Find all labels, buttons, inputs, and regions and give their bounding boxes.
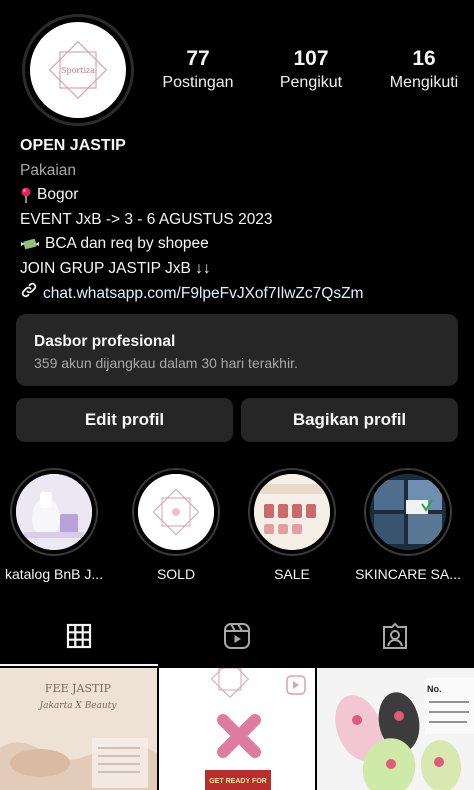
bio-link-line[interactable]: chat.whatsapp.com/F9lpeFvJXof7IlwZc7QsZm bbox=[20, 281, 460, 308]
stat-followers-count: 107 bbox=[293, 47, 329, 70]
post-thumbnail[interactable]: FEE JASTIP Jakarta X Beauty bbox=[0, 668, 157, 790]
bio-event: EVENT JxB -> 3 - 6 AGUSTUS 2023 bbox=[20, 210, 273, 228]
highlight-sold-label: SOLD bbox=[156, 566, 196, 582]
highlight-katalog-thumb bbox=[16, 474, 92, 550]
profile-avatar[interactable]: Sportiza bbox=[22, 14, 134, 126]
stat-following[interactable]: 16 Mengikuti bbox=[382, 46, 466, 94]
stat-followers-label: Pengikut bbox=[279, 74, 343, 91]
highlight-skincare-label: SKINCARE SA... bbox=[355, 566, 461, 582]
post-thumbnail[interactable]: GET READY FOR bbox=[158, 668, 316, 790]
tab-tagged[interactable] bbox=[316, 610, 474, 666]
highlight-skincare-thumb bbox=[370, 474, 446, 550]
post3-tag: No. bbox=[427, 684, 442, 694]
profile-stats: 77 Postingan 107 Pengikut 16 Mengikuti bbox=[156, 46, 466, 94]
money-wings-icon bbox=[20, 236, 40, 252]
bio-join: JOIN GRUP JASTIP JxB ↓↓ bbox=[20, 259, 211, 277]
dashboard-title: Dasbor profesional bbox=[34, 333, 176, 350]
stat-posts-label: Postingan bbox=[162, 74, 234, 91]
profile-tabs bbox=[0, 610, 474, 666]
tab-posts[interactable] bbox=[0, 610, 158, 666]
stat-following-count: 16 bbox=[412, 47, 436, 70]
bio-location: Bogor bbox=[37, 186, 79, 203]
highlight-sold[interactable]: SOLD bbox=[122, 468, 230, 582]
bio-location-line: Bogor bbox=[20, 183, 460, 208]
highlight-skincare[interactable]: SKINCARE SA... bbox=[354, 468, 462, 582]
share-profile-button[interactable]: Bagikan profil bbox=[241, 398, 458, 442]
highlight-katalog-label: katalog BnB J... bbox=[4, 566, 104, 582]
highlight-sold-thumb bbox=[138, 474, 214, 550]
profile-category[interactable]: Pakaian bbox=[20, 159, 460, 184]
highlight-sale-label: SALE bbox=[274, 566, 310, 582]
profile-bio: OPEN JASTIP Pakaian Bogor EVENT JxB -> 3… bbox=[20, 134, 460, 308]
profile-name: OPEN JASTIP bbox=[20, 137, 126, 154]
bio-link[interactable]: chat.whatsapp.com/F9lpeFvJXof7IlwZc7QsZm bbox=[43, 282, 363, 307]
pin-icon bbox=[20, 187, 32, 204]
story-highlights: katalog BnB J... SOLD SALE SKINCARE SA..… bbox=[0, 468, 474, 588]
stat-following-label: Mengikuti bbox=[389, 74, 459, 91]
profile-header: Sportiza 77 Postingan 107 Pengikut 16 Me… bbox=[0, 0, 474, 132]
dashboard-subtitle: 359 akun dijangkau dalam 30 hari terakhi… bbox=[34, 355, 298, 371]
bio-payment: BCA dan req by shopee bbox=[45, 235, 209, 252]
professional-dashboard[interactable]: Dasbor profesional 359 akun dijangkau da… bbox=[16, 314, 458, 386]
tagged-icon bbox=[381, 622, 409, 655]
edit-profile-button[interactable]: Edit profil bbox=[16, 398, 233, 442]
bio-payment-line: BCA dan req by shopee bbox=[20, 232, 460, 257]
post1-title: FEE JASTIP bbox=[45, 682, 112, 695]
tab-reels[interactable] bbox=[158, 610, 316, 666]
stat-followers[interactable]: 107 Pengikut bbox=[269, 46, 353, 94]
avatar-logo-text: Sportiza bbox=[61, 66, 95, 75]
post-thumbnail[interactable]: No. bbox=[317, 668, 474, 790]
highlight-sale-thumb bbox=[254, 474, 330, 550]
grid-icon bbox=[66, 623, 92, 654]
reels-icon bbox=[223, 622, 251, 655]
post1-subtitle: Jakarta X Beauty bbox=[37, 701, 117, 711]
stat-posts[interactable]: 77 Postingan bbox=[156, 46, 240, 94]
highlight-sale[interactable]: SALE bbox=[238, 468, 346, 582]
avatar-logo: Sportiza bbox=[30, 22, 126, 118]
post-grid: FEE JASTIP Jakarta X Beauty GET READY FO… bbox=[0, 668, 474, 790]
post2-banner: GET READY FOR bbox=[209, 778, 266, 785]
highlight-katalog[interactable]: katalog BnB J... bbox=[0, 468, 108, 582]
link-icon bbox=[20, 281, 38, 308]
stat-posts-count: 77 bbox=[186, 47, 210, 70]
